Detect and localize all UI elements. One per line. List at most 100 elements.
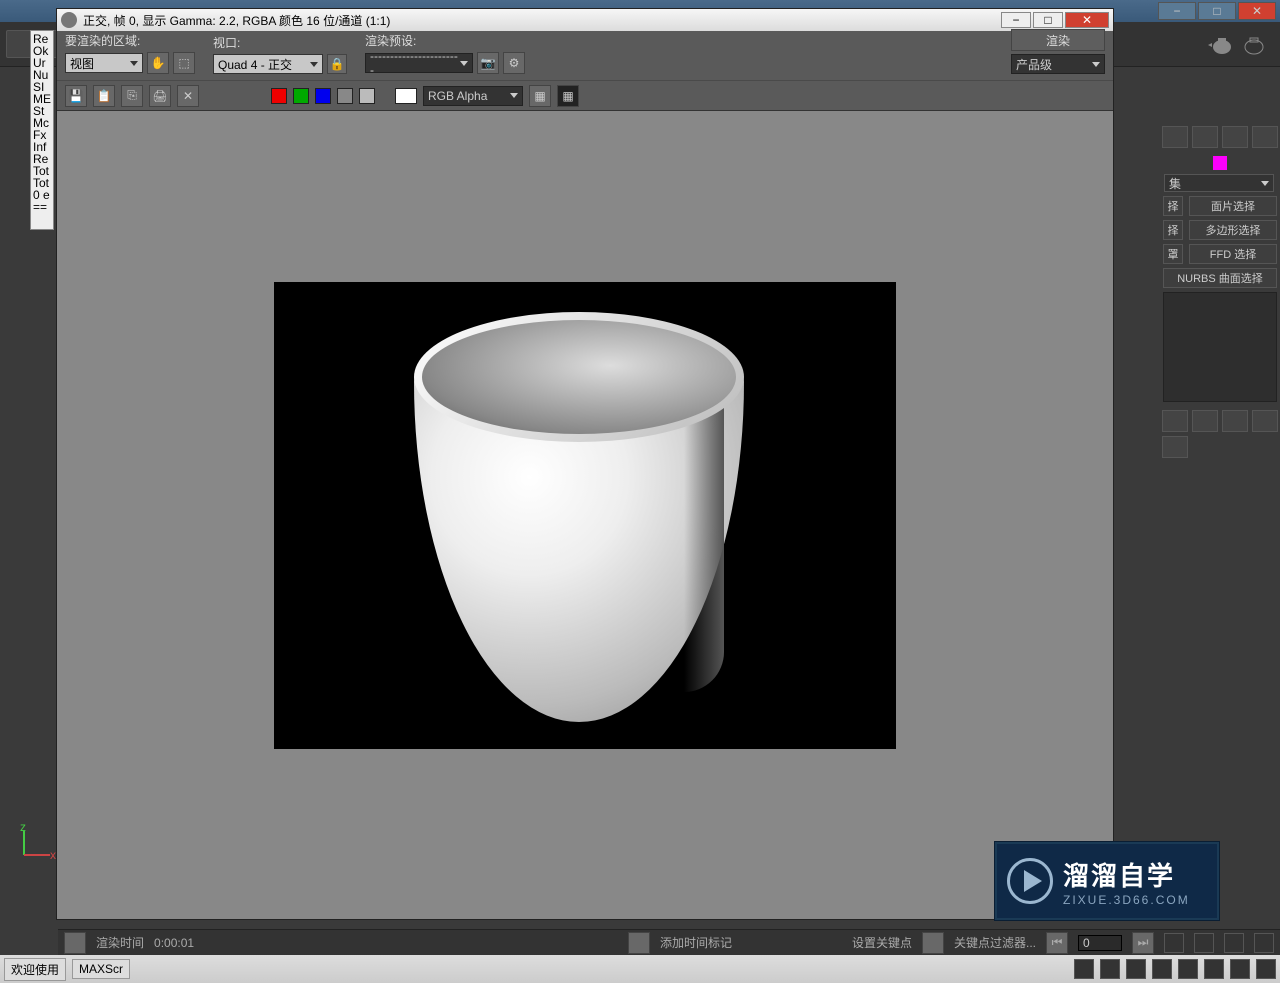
red-channel-toggle[interactable] bbox=[271, 88, 287, 104]
watermark-subtitle: ZIXUE.3D66.COM bbox=[1063, 893, 1190, 907]
clone-vfb-icon[interactable]: ⎘ bbox=[121, 85, 143, 107]
time-tag-icon[interactable] bbox=[628, 932, 650, 954]
chevron-down-icon bbox=[510, 93, 518, 98]
render-maximize-button[interactable]: □ bbox=[1033, 12, 1063, 28]
area-to-render-dropdown[interactable]: 视图 bbox=[65, 53, 143, 73]
viewport-nav-icon[interactable] bbox=[1100, 959, 1120, 979]
modify-tab-icon[interactable] bbox=[1192, 126, 1218, 148]
clear-image-icon[interactable]: ✕ bbox=[177, 85, 199, 107]
nav-icon[interactable] bbox=[1254, 933, 1274, 953]
viewport-nav-icon[interactable] bbox=[1126, 959, 1146, 979]
lock-viewport-icon[interactable]: 🔒 bbox=[327, 54, 347, 74]
viewport-nav-icon[interactable] bbox=[1256, 959, 1276, 979]
render-teapot-wire-icon[interactable] bbox=[1240, 33, 1268, 55]
viewport-nav-icon[interactable] bbox=[1204, 959, 1224, 979]
watermark-badge: 溜溜自学 ZIXUE.3D66.COM bbox=[994, 841, 1220, 921]
viewport-dropdown[interactable]: Quad 4 - 正交 bbox=[213, 54, 323, 74]
viewport-nav-icon[interactable] bbox=[1152, 959, 1172, 979]
alpha-channel-toggle[interactable] bbox=[337, 88, 353, 104]
bg-color-swatch[interactable] bbox=[395, 88, 417, 104]
environment-icon[interactable]: ⚙ bbox=[503, 52, 525, 74]
viewport-nav-icon[interactable] bbox=[1074, 959, 1094, 979]
render-toolbar-row2: 💾 📋 ⎘ 🖨 ✕ RGB Alpha ▦ ▦ bbox=[57, 81, 1113, 111]
key-filter-button[interactable]: 关键点过滤器... bbox=[954, 934, 1036, 951]
render-window-titlebar[interactable]: 正交, 帧 0, 显示 Gamma: 2.2, RGBA 颜色 16 位/通道 … bbox=[57, 9, 1113, 31]
channel-value: RGB Alpha bbox=[428, 89, 487, 103]
nav-icon[interactable] bbox=[1224, 933, 1244, 953]
svg-text:z: z bbox=[20, 823, 26, 834]
copy-image-icon[interactable]: 📋 bbox=[93, 85, 115, 107]
render-setup-icon[interactable]: 📷 bbox=[477, 52, 499, 74]
spline-select-button[interactable]: 择 bbox=[1163, 220, 1183, 240]
goto-start-icon[interactable]: ⏮ bbox=[1046, 932, 1068, 954]
render-window-app-icon bbox=[61, 12, 77, 28]
overlay-dark-toggle-icon[interactable]: ▦ bbox=[557, 85, 579, 107]
render-minimize-button[interactable]: − bbox=[1001, 12, 1031, 28]
edit-region-icon[interactable]: ✋ bbox=[147, 52, 169, 74]
make-unique-icon[interactable] bbox=[1222, 410, 1248, 432]
rendered-cup-object bbox=[414, 312, 744, 722]
listener-line: == bbox=[33, 201, 51, 213]
overlay-toggle-icon[interactable]: ▦ bbox=[529, 85, 551, 107]
viewport-label: 视口: bbox=[213, 34, 347, 51]
green-channel-toggle[interactable] bbox=[293, 88, 309, 104]
render-canvas-area[interactable] bbox=[57, 111, 1113, 919]
render-preset-dropdown[interactable]: ----------------------- bbox=[365, 53, 473, 73]
nurbs-select-button[interactable]: NURBS 曲面选择 bbox=[1163, 268, 1277, 288]
command-panel-tabs bbox=[1160, 122, 1280, 152]
viewport-nav-icon[interactable] bbox=[1178, 959, 1198, 979]
modifier-set-dropdown[interactable]: 集 bbox=[1164, 174, 1274, 192]
viewport-value: Quad 4 - 正交 bbox=[218, 56, 292, 73]
preset-label: 渲染预设: bbox=[365, 32, 525, 49]
welcome-tab[interactable]: 欢迎使用 bbox=[4, 958, 66, 981]
ffd-select-button[interactable]: FFD 选择 bbox=[1189, 244, 1277, 264]
main-minimize-button[interactable]: − bbox=[1158, 2, 1196, 20]
area-to-render-label: 要渲染的区域: bbox=[65, 32, 195, 49]
mono-channel-toggle[interactable] bbox=[359, 88, 375, 104]
configure-sets-icon[interactable] bbox=[1162, 436, 1188, 458]
remove-modifier-icon[interactable] bbox=[1252, 410, 1278, 432]
maxscript-listener-panel: Re Ok Ur Nu SI ME St Mc Fx Inf Re Tot To… bbox=[30, 30, 54, 230]
utility-tab-icon[interactable] bbox=[1252, 126, 1278, 148]
play-circle-icon bbox=[1007, 858, 1053, 904]
render-time-label: 渲染时间 bbox=[96, 934, 144, 951]
blue-channel-toggle[interactable] bbox=[315, 88, 331, 104]
render-button[interactable]: 渲染 bbox=[1011, 29, 1105, 51]
chevron-down-icon bbox=[1261, 181, 1269, 186]
hierarchy-tab-icon[interactable] bbox=[1222, 126, 1248, 148]
area-value: 视图 bbox=[70, 55, 94, 72]
goto-end-icon[interactable]: ⏭ bbox=[1132, 932, 1154, 954]
maxscript-tab[interactable]: MAXScr bbox=[72, 959, 130, 979]
show-end-result-icon[interactable] bbox=[1192, 410, 1218, 432]
frame-spinner[interactable]: 0 bbox=[1078, 935, 1122, 951]
print-image-icon[interactable]: 🖨 bbox=[149, 85, 171, 107]
poly-select-button[interactable]: 多边形选择 bbox=[1189, 220, 1277, 240]
save-image-icon[interactable]: 💾 bbox=[65, 85, 87, 107]
modifier-stack-list[interactable] bbox=[1163, 292, 1277, 402]
chevron-down-icon bbox=[310, 62, 318, 67]
render-teapot-solid-icon[interactable] bbox=[1208, 33, 1236, 55]
nav-icon[interactable] bbox=[1164, 933, 1184, 953]
viewport-nav-icon[interactable] bbox=[1230, 959, 1250, 979]
nav-icon[interactable] bbox=[1194, 933, 1214, 953]
channel-dropdown[interactable]: RGB Alpha bbox=[423, 86, 523, 106]
render-output-dropdown[interactable]: 产品级 bbox=[1011, 54, 1105, 74]
viewport-axis-gizmo: z x bbox=[16, 823, 56, 863]
pin-stack-icon[interactable] bbox=[1162, 410, 1188, 432]
preset-value: ----------------------- bbox=[370, 49, 460, 77]
main-maximize-button[interactable]: □ bbox=[1198, 2, 1236, 20]
auto-region-icon[interactable]: ⬚ bbox=[173, 52, 195, 74]
timeline-icon[interactable] bbox=[64, 932, 86, 954]
stack-tools bbox=[1160, 406, 1280, 462]
patch-select-button[interactable]: 面片选择 bbox=[1189, 196, 1277, 216]
vol-select-button[interactable]: 罩 bbox=[1163, 244, 1183, 264]
main-close-button[interactable]: ✕ bbox=[1238, 2, 1276, 20]
add-time-marker-button[interactable]: 添加时间标记 bbox=[660, 934, 732, 951]
render-close-button[interactable]: ✕ bbox=[1065, 12, 1109, 28]
object-color-swatch[interactable] bbox=[1213, 156, 1227, 170]
set-key-button[interactable]: 设置关键点 bbox=[852, 934, 912, 951]
render-time-bar: 渲染时间 0:00:01 添加时间标记 设置关键点 关键点过滤器... ⏮ 0 … bbox=[58, 929, 1280, 955]
mesh-select-button[interactable]: 择 bbox=[1163, 196, 1183, 216]
key-mode-icon[interactable] bbox=[922, 932, 944, 954]
create-tab-icon[interactable] bbox=[1162, 126, 1188, 148]
